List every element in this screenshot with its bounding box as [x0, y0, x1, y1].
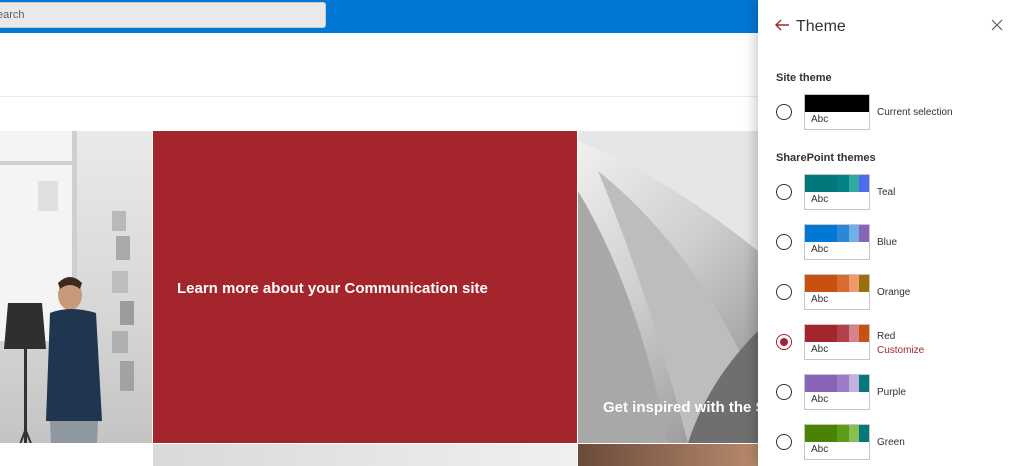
swatch-color [805, 175, 837, 192]
suite-bar: earch [0, 0, 758, 33]
theme-panel: Theme Site theme Abc Current selection S… [758, 0, 1023, 466]
swatch-colors [805, 425, 869, 442]
swatch-color [805, 225, 837, 242]
theme-name: Current selection [877, 107, 953, 118]
swatch-colors [805, 375, 869, 392]
hero-tile-title: Get inspired with the S [603, 399, 758, 416]
swatch-colors [805, 325, 869, 342]
theme-option-green[interactable]: Abc Green [776, 424, 1016, 464]
theme-option-red[interactable]: Abc Red Customize [776, 324, 1016, 364]
close-icon[interactable] [989, 19, 1005, 35]
theme-swatch: Abc [804, 94, 870, 130]
theme-swatch: Abc [804, 324, 870, 360]
theme-swatch: Abc [804, 374, 870, 410]
architecture-photo [578, 131, 758, 443]
swatch-color [837, 175, 849, 192]
theme-swatch: Abc [804, 224, 870, 260]
swatch-sample-text: Abc [811, 394, 829, 405]
theme-name: Teal [877, 187, 896, 198]
panel-header: Theme [758, 0, 1023, 56]
radio-red[interactable] [776, 334, 792, 350]
customize-link[interactable]: Customize [877, 345, 924, 356]
radio-current[interactable] [776, 104, 792, 120]
theme-option-orange[interactable]: Abc Orange [776, 274, 1016, 314]
theme-name: Blue [877, 237, 898, 248]
theme-swatch: Abc [804, 274, 870, 310]
hero-tile-photo[interactable] [0, 131, 152, 443]
swatch-colors [805, 225, 869, 242]
swatch-sample-text: Abc [811, 344, 829, 355]
back-arrow-icon[interactable] [774, 17, 792, 37]
hero-tile-bottom[interactable] [153, 444, 577, 466]
swatch-color [849, 225, 859, 242]
swatch-color [837, 325, 849, 342]
swatch-color [805, 95, 869, 112]
swatch-color [859, 225, 869, 242]
swatch-sample-text: Abc [811, 194, 829, 205]
swatch-colors [805, 275, 869, 292]
panel-title: Theme [796, 18, 846, 35]
swatch-sample-text: Abc [811, 444, 829, 455]
command-bar [0, 97, 758, 131]
search-input[interactable]: earch [0, 2, 326, 28]
swatch-color [849, 275, 859, 292]
search-placeholder: earch [0, 9, 25, 21]
swatch-color [849, 375, 859, 392]
theme-option-blue[interactable]: Abc Blue [776, 224, 1016, 264]
theme-name: Green [877, 437, 905, 448]
swatch-color [805, 375, 837, 392]
theme-name: Red [877, 331, 896, 342]
swatch-color [849, 325, 859, 342]
swatch-color [805, 325, 837, 342]
swatch-color [859, 175, 869, 192]
theme-option-purple[interactable]: Abc Purple [776, 374, 1016, 414]
swatch-color [849, 175, 859, 192]
theme-swatch: Abc [804, 174, 870, 210]
sharepoint-themes-heading: SharePoint themes [776, 152, 876, 164]
swatch-color [859, 325, 869, 342]
theme-option-teal[interactable]: Abc Teal [776, 174, 1016, 214]
swatch-color [837, 375, 849, 392]
hero-tile-communication[interactable]: Learn more about your Communication site [153, 131, 577, 443]
swatch-colors [805, 175, 869, 192]
radio-green[interactable] [776, 434, 792, 450]
theme-swatch: Abc [804, 424, 870, 460]
site-theme-heading: Site theme [776, 72, 832, 84]
swatch-color [837, 275, 849, 292]
hero-webpart: Learn more about your Communication site… [0, 131, 758, 466]
swatch-color [849, 425, 859, 442]
swatch-color [805, 425, 837, 442]
radio-purple[interactable] [776, 384, 792, 400]
hero-tile-inspired[interactable]: Get inspired with the S [578, 131, 758, 443]
swatch-colors [805, 95, 869, 112]
radio-orange[interactable] [776, 284, 792, 300]
theme-name: Purple [877, 387, 906, 398]
hero-tile-title: Learn more about your Communication site [177, 280, 488, 297]
theme-name: Orange [877, 287, 911, 298]
site-header [0, 33, 758, 97]
radio-teal[interactable] [776, 184, 792, 200]
swatch-sample-text: Abc [811, 294, 829, 305]
radio-blue[interactable] [776, 234, 792, 250]
swatch-sample-text: Abc [811, 114, 829, 125]
person-photo [0, 131, 134, 443]
swatch-color [805, 275, 837, 292]
swatch-sample-text: Abc [811, 244, 829, 255]
theme-option-current[interactable]: Abc Current selection [776, 94, 1016, 134]
swatch-color [859, 425, 869, 442]
swatch-color [837, 425, 849, 442]
swatch-color [859, 375, 869, 392]
swatch-color [837, 225, 849, 242]
swatch-color [859, 275, 869, 292]
hero-tile-bottom[interactable] [578, 444, 758, 466]
